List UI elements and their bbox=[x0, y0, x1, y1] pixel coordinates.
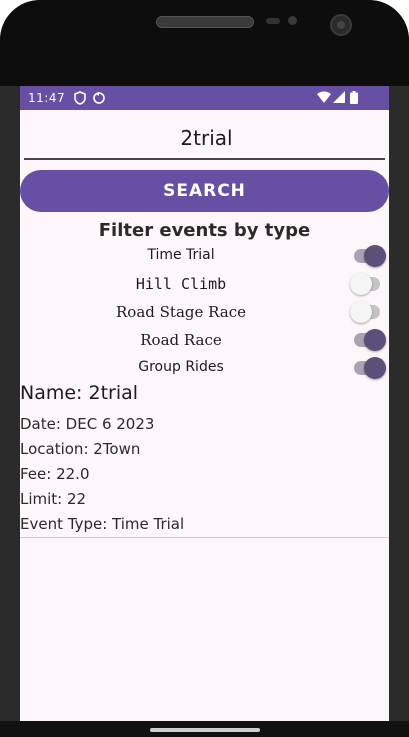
group-rides-switch[interactable] bbox=[352, 357, 388, 379]
speaker-grille bbox=[156, 16, 254, 28]
shield-icon bbox=[74, 91, 86, 108]
battery-icon bbox=[350, 91, 358, 107]
filter-row-road-stage-race[interactable]: Road Stage Race bbox=[20, 298, 389, 326]
road-stage-race-switch[interactable] bbox=[350, 301, 388, 323]
filter-label-road-race: Road Race bbox=[140, 331, 222, 349]
switch-thumb bbox=[364, 357, 386, 379]
road-race-switch[interactable] bbox=[352, 329, 388, 351]
event-limit: Limit: 22 bbox=[20, 490, 87, 508]
home-indicator[interactable] bbox=[150, 728, 260, 732]
filter-label-road-stage-race: Road Stage Race bbox=[116, 303, 246, 321]
switch-thumb bbox=[350, 273, 372, 295]
phone-top-bezel bbox=[0, 0, 409, 86]
event-date: Date: DEC 6 2023 bbox=[20, 415, 155, 433]
status-bar: 11:47 bbox=[20, 86, 389, 110]
filter-label-time-trial: Time Trial bbox=[147, 247, 215, 263]
filter-label-hill-climb: Hill Climb bbox=[135, 275, 227, 293]
search-button[interactable]: SEARCH bbox=[20, 170, 389, 212]
event-location: Location: 2Town bbox=[20, 440, 141, 458]
proximity-sensor bbox=[266, 18, 280, 24]
filter-heading: Filter events by type bbox=[98, 220, 311, 241]
switch-thumb bbox=[364, 329, 386, 351]
status-time: 11:47 bbox=[28, 91, 66, 105]
event-name: Name: 2trial bbox=[20, 382, 139, 404]
switch-thumb bbox=[364, 245, 386, 267]
filter-row-time-trial[interactable]: Time Trial bbox=[20, 242, 389, 270]
filter-row-hill-climb[interactable]: Hill Climb bbox=[20, 270, 389, 298]
filter-row-road-race[interactable]: Road Race bbox=[20, 326, 389, 354]
wifi-icon bbox=[317, 91, 331, 106]
phone-frame: 11:47 SEARCH Filter events by type bbox=[0, 0, 409, 737]
event-fee: Fee: 22.0 bbox=[20, 465, 90, 483]
front-camera-icon bbox=[330, 14, 352, 36]
cell-signal-icon bbox=[333, 91, 345, 106]
app-screen: 11:47 SEARCH Filter events by type bbox=[20, 86, 389, 721]
light-sensor bbox=[288, 16, 297, 25]
list-divider bbox=[20, 537, 389, 538]
sync-icon bbox=[92, 91, 106, 108]
hill-climb-switch[interactable] bbox=[350, 273, 388, 295]
filter-row-group-rides[interactable]: Group Rides bbox=[20, 354, 389, 382]
search-input[interactable] bbox=[24, 120, 389, 156]
time-trial-switch[interactable] bbox=[352, 245, 388, 267]
event-type: Event Type: Time Trial bbox=[20, 515, 185, 533]
switch-thumb bbox=[350, 301, 372, 323]
search-field[interactable] bbox=[24, 120, 389, 160]
filter-label-group-rides: Group Rides bbox=[138, 359, 224, 375]
